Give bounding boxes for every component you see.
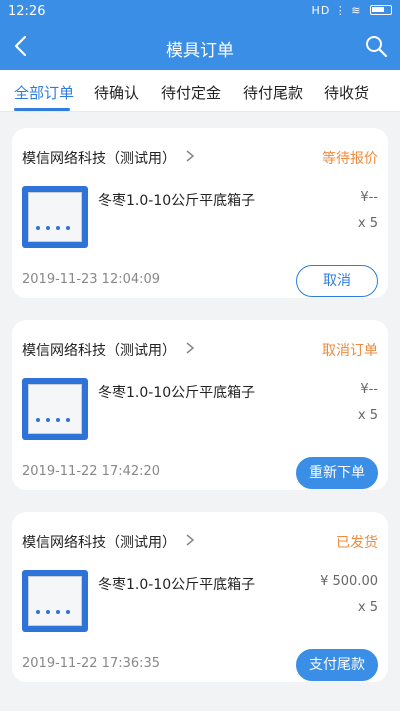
order-card[interactable]: 模信网络科技（测试用） 已发货 冬枣1.0-10公斤平底箱子 ¥ 500.00 … xyxy=(12,512,388,682)
pay-balance-button[interactable]: 支付尾款 xyxy=(296,649,378,681)
product-name[interactable]: 冬枣1.0-10公斤平底箱子 xyxy=(98,574,255,594)
status-time: 12:26 xyxy=(8,4,46,19)
shop-name[interactable]: 模信网络科技（测试用） xyxy=(22,532,176,552)
status-bar: 12:26 HD ⋮ ≋ xyxy=(0,0,400,24)
product-name[interactable]: 冬枣1.0-10公斤平底箱子 xyxy=(98,190,255,210)
product-price: ¥-- xyxy=(360,382,378,397)
order-tabs: 全部订单 待确认 待付定金 待付尾款 待收货 xyxy=(0,70,400,112)
order-time: 2019-11-23 12:04:09 xyxy=(22,272,161,287)
shop-name[interactable]: 模信网络科技（测试用） xyxy=(22,148,176,168)
product-quantity: x 5 xyxy=(357,600,378,615)
reorder-button[interactable]: 重新下单 xyxy=(296,457,378,489)
status-indicators: HD ⋮ ≋ xyxy=(311,4,362,17)
order-status: 等待报价 xyxy=(322,151,378,167)
active-tab-indicator xyxy=(14,108,70,111)
battery-icon xyxy=(370,5,392,15)
tab-to-confirm[interactable]: 待确认 xyxy=(94,82,139,103)
chevron-right-icon[interactable] xyxy=(184,341,196,355)
tab-all-orders[interactable]: 全部订单 xyxy=(14,82,74,103)
product-quantity: x 5 xyxy=(357,216,378,231)
page-title: 模具订单 xyxy=(166,41,234,61)
cancel-button[interactable]: 取消 xyxy=(296,265,378,297)
product-thumbnail[interactable] xyxy=(22,570,88,632)
product-quantity: x 5 xyxy=(357,408,378,423)
shop-name[interactable]: 模信网络科技（测试用） xyxy=(22,340,176,360)
product-name[interactable]: 冬枣1.0-10公斤平底箱子 xyxy=(98,382,255,402)
product-price: ¥ 500.00 xyxy=(320,574,378,589)
chevron-right-icon[interactable] xyxy=(184,149,196,163)
order-time: 2019-11-22 17:36:35 xyxy=(22,656,161,671)
system-indicators: HD ⋮ ≋ xyxy=(312,4,392,17)
search-icon[interactable] xyxy=(364,34,388,58)
product-thumbnail[interactable] xyxy=(22,378,88,440)
order-card[interactable]: 模信网络科技（测试用） 等待报价 冬枣1.0-10公斤平底箱子 ¥-- x 5 … xyxy=(12,128,388,298)
order-status: 取消订单 xyxy=(322,343,378,359)
order-status: 已发货 xyxy=(336,535,378,551)
chevron-right-icon[interactable] xyxy=(184,533,196,547)
order-time: 2019-11-22 17:42:20 xyxy=(22,464,161,479)
order-card[interactable]: 模信网络科技（测试用） 取消订单 冬枣1.0-10公斤平底箱子 ¥-- x 5 … xyxy=(12,320,388,490)
product-price: ¥-- xyxy=(360,190,378,205)
nav-bar: 模具订单 xyxy=(0,24,400,70)
tab-deposit-due[interactable]: 待付定金 xyxy=(161,82,221,103)
tab-balance-due[interactable]: 待付尾款 xyxy=(243,82,303,103)
tab-to-receive[interactable]: 待收货 xyxy=(324,82,369,103)
product-thumbnail[interactable] xyxy=(22,186,88,248)
